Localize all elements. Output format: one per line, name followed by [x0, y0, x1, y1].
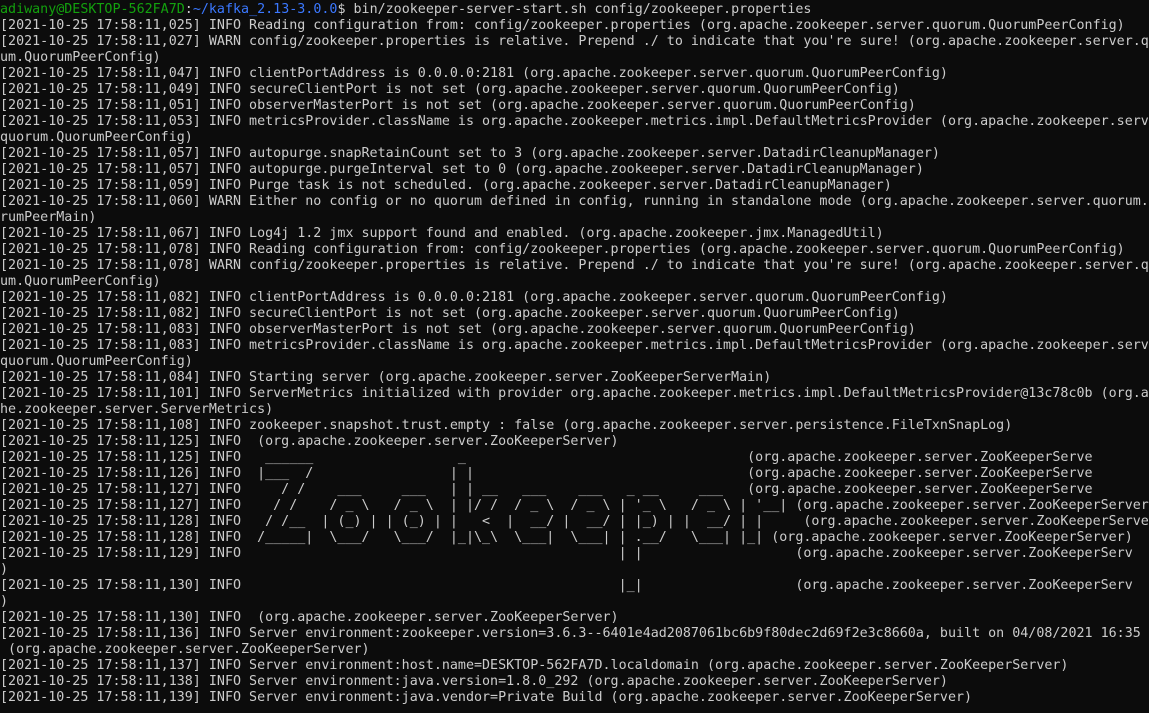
command-prompt-line: adiwany@DESKTOP-562FA7D:~/kafka_2.13-3.0…	[0, 2, 1149, 18]
log-line: [2021-10-25 17:58:11,047] INFO clientPor…	[0, 66, 948, 81]
log-line: [2021-10-25 17:58:11,125] INFO (org.apac…	[0, 434, 619, 449]
log-line: [2021-10-25 17:58:11,049] INFO secureCli…	[0, 82, 900, 97]
log-line: [2021-10-25 17:58:11,078] WARN config/zo…	[0, 258, 1149, 273]
log-line: [2021-10-25 17:58:11,053] INFO metricsPr…	[0, 114, 1149, 129]
log-line: [2021-10-25 17:58:11,059] INFO Purge tas…	[0, 178, 892, 193]
log-line: [2021-10-25 17:58:11,125] INFO ______ _ …	[0, 450, 1093, 465]
log-line: quorum.QuorumPeerConfig)	[0, 354, 193, 369]
log-line: [2021-10-25 17:58:11,060] WARN Either no…	[0, 194, 1149, 209]
log-line: [2021-10-25 17:58:11,129] INFO | | (org.…	[0, 546, 1133, 561]
log-line: [2021-10-25 17:58:11,083] INFO observerM…	[0, 322, 916, 337]
log-line: [2021-10-25 17:58:11,128] INFO /_____| \…	[0, 530, 1133, 545]
log-line: um.QuorumPeerConfig)	[0, 274, 161, 289]
log-line: [2021-10-25 17:58:11,084] INFO Starting …	[0, 370, 772, 385]
log-line: [2021-10-25 17:58:11,082] INFO secureCli…	[0, 306, 900, 321]
log-line: [2021-10-25 17:58:11,130] INFO |_| (org.…	[0, 578, 1133, 593]
prompt-command: bin/zookeeper-server-start.sh config/zoo…	[353, 2, 812, 17]
log-line: [2021-10-25 17:58:11,057] INFO autopurge…	[0, 162, 924, 177]
log-output: [2021-10-25 17:58:11,025] INFO Reading c…	[0, 18, 1149, 706]
log-line: [2021-10-25 17:58:11,139] INFO Server en…	[0, 690, 973, 705]
prompt-symbol: $	[337, 2, 354, 17]
terminal-window[interactable]: adiwany@DESKTOP-562FA7D:~/kafka_2.13-3.0…	[0, 0, 1149, 713]
prompt-separator: :	[184, 2, 193, 17]
log-line: [2021-10-25 17:58:11,137] INFO Server en…	[0, 658, 1069, 673]
log-line: rumPeerMain)	[0, 210, 97, 225]
log-line: he.zookeeper.server.ServerMetrics)	[0, 402, 274, 417]
log-line: [2021-10-25 17:58:11,101] INFO ServerMet…	[0, 386, 1149, 401]
log-line: [2021-10-25 17:58:11,067] INFO Log4j 1.2…	[0, 226, 884, 241]
log-line: [2021-10-25 17:58:11,108] INFO zookeeper…	[0, 418, 1013, 433]
log-line: [2021-10-25 17:58:11,027] WARN config/zo…	[0, 34, 1149, 49]
log-line: [2021-10-25 17:58:11,082] INFO clientPor…	[0, 290, 948, 305]
log-line: [2021-10-25 17:58:11,025] INFO Reading c…	[0, 18, 1125, 33]
log-line: [2021-10-25 17:58:11,078] INFO Reading c…	[0, 242, 1125, 257]
log-line: [2021-10-25 17:58:11,051] INFO observerM…	[0, 98, 916, 113]
prompt-path: ~/kafka_2.13-3.0.0	[192, 2, 338, 17]
log-line: (org.apache.zookeeper.server.ZooKeeperSe…	[0, 642, 370, 657]
log-line: )	[0, 594, 9, 609]
log-line: [2021-10-25 17:58:11,127] INFO / / / _ \…	[0, 498, 1149, 513]
prompt-user-host: adiwany@DESKTOP-562FA7D	[0, 2, 185, 17]
log-line: [2021-10-25 17:58:11,136] INFO Server en…	[0, 626, 1149, 641]
log-line: [2021-10-25 17:58:11,057] INFO autopurge…	[0, 146, 940, 161]
log-line: quorum.QuorumPeerConfig)	[0, 130, 193, 145]
log-line: [2021-10-25 17:58:11,128] INFO / /__ | (…	[0, 514, 1149, 529]
log-line: [2021-10-25 17:58:11,126] INFO |___ / | …	[0, 466, 1093, 481]
log-line: [2021-10-25 17:58:11,130] INFO (org.apac…	[0, 610, 619, 625]
log-line: )	[0, 562, 9, 577]
log-line: [2021-10-25 17:58:11,138] INFO Server en…	[0, 674, 948, 689]
log-line: um.QuorumPeerConfig)	[0, 50, 161, 65]
log-line: [2021-10-25 17:58:11,083] INFO metricsPr…	[0, 338, 1149, 353]
log-line: [2021-10-25 17:58:11,127] INFO / / ___ _…	[0, 482, 1093, 497]
